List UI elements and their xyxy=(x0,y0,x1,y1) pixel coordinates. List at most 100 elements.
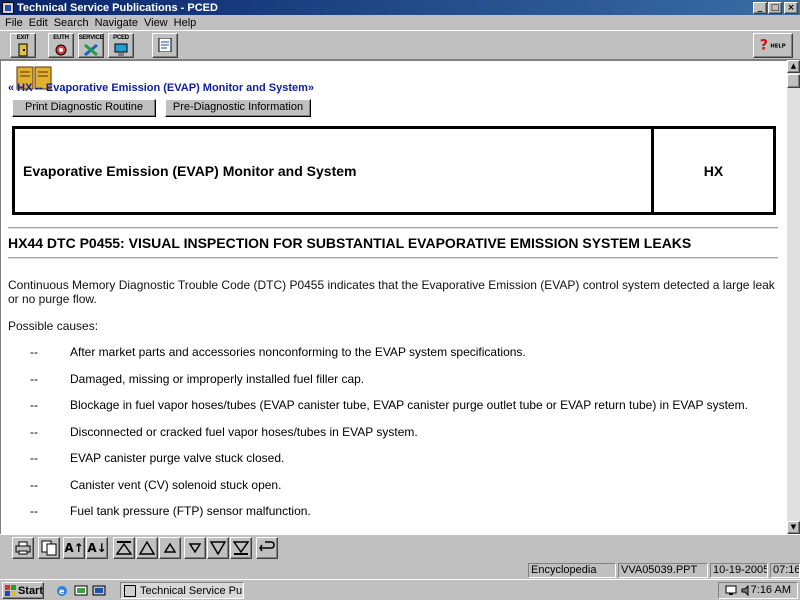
navigation-toolbar: A↑ A↓ xyxy=(0,534,800,560)
page-heading: HX44 DTC P0455: VISUAL INSPECTION FOR SU… xyxy=(8,235,692,251)
copy-button[interactable] xyxy=(38,537,60,559)
app-icon[interactable] xyxy=(2,1,14,14)
list-item-text: Disconnected or cracked fuel vapor hoses… xyxy=(70,425,418,439)
scroll-up-icon[interactable]: ▲ xyxy=(787,60,800,73)
minimize-button[interactable]: _ xyxy=(753,1,767,14)
window-controls: _ □ × xyxy=(752,1,798,14)
status-file: VVA05039.PPT xyxy=(618,563,708,578)
divider-top xyxy=(8,227,778,229)
exit-button[interactable]: EXIT xyxy=(10,33,36,58)
exit-door-icon xyxy=(18,43,28,57)
status-bar: Encyclopedia VVA05039.PPT 10-19-2005 07:… xyxy=(0,562,800,578)
task-label: Technical Service Pu... xyxy=(140,584,244,597)
list-item-text: Damaged, missing or improperly installed… xyxy=(70,372,365,386)
svg-text:?: ? xyxy=(760,37,768,51)
help-button[interactable]: ? HELP xyxy=(753,33,793,58)
print-button[interactable] xyxy=(12,537,34,559)
pced-computer-icon xyxy=(114,43,128,56)
list-dash: -- xyxy=(30,478,38,492)
taskbar-item-technical-service[interactable]: Technical Service Pu... xyxy=(120,582,244,599)
list-dash: -- xyxy=(30,504,38,518)
pre-diagnostic-information-button[interactable]: Pre-Diagnostic Information xyxy=(165,99,311,117)
vertical-scrollbar[interactable]: ▲ ▼ xyxy=(787,60,800,534)
pced-label: PCED xyxy=(113,35,129,41)
list-item-text: EVAP canister purge valve stuck closed. xyxy=(70,451,285,465)
breadcrumb[interactable]: « HX -- Evaporative Emission (EVAP) Moni… xyxy=(8,82,314,94)
task-app-icon xyxy=(124,584,136,597)
small-triangle-up-icon xyxy=(164,543,176,553)
next-section-button[interactable] xyxy=(207,537,229,559)
previous-page-button[interactable] xyxy=(159,537,181,559)
svg-text:e: e xyxy=(59,587,65,596)
system-tray: 7:16 AM xyxy=(718,582,798,599)
menu-navigate[interactable]: Navigate xyxy=(93,17,142,29)
causes-label: Possible causes: xyxy=(8,319,99,333)
next-page-button[interactable] xyxy=(184,537,206,559)
triangle-up-bar-icon xyxy=(116,541,132,555)
font-increase-button[interactable]: A↑ xyxy=(63,537,85,559)
windows-logo-icon xyxy=(5,585,16,596)
quick-launch-app-icon[interactable] xyxy=(92,584,106,597)
last-page-button[interactable] xyxy=(230,537,252,559)
triangle-down-bar-icon xyxy=(233,541,249,555)
list-item-text: Blockage in fuel vapor hoses/tubes (EVAP… xyxy=(70,398,748,412)
status-date: 10-19-2005 xyxy=(710,563,768,578)
status-time: 07:16 xyxy=(770,563,800,578)
help-question-icon: ? HELP xyxy=(760,37,786,51)
first-page-button[interactable] xyxy=(113,537,135,559)
status-section: Encyclopedia xyxy=(528,563,616,578)
menu-search[interactable]: Search xyxy=(52,17,93,29)
document-button[interactable] xyxy=(152,33,178,58)
euth-button[interactable]: EUTH xyxy=(48,33,74,58)
euth-gear-icon xyxy=(55,44,67,56)
quick-launch-ie-icon[interactable]: e xyxy=(55,584,69,597)
menu-view[interactable]: View xyxy=(142,17,172,29)
title-bar[interactable]: Technical Service Publications - PCED _ … xyxy=(0,0,800,15)
print-diagnostic-routine-button[interactable]: Print Diagnostic Routine xyxy=(12,99,156,117)
pced-button[interactable]: PCED xyxy=(108,33,134,58)
list-dash: -- xyxy=(30,372,38,386)
triangle-up-icon xyxy=(139,541,155,555)
list-dash: -- xyxy=(30,451,38,465)
close-button[interactable]: × xyxy=(784,1,798,14)
restore-button[interactable]: □ xyxy=(768,1,782,14)
divider-bottom xyxy=(8,257,778,259)
tray-network-icon[interactable] xyxy=(725,585,737,596)
scroll-thumb[interactable] xyxy=(787,74,800,88)
quick-launch-desktop-icon[interactable] xyxy=(74,584,88,597)
menu-file[interactable]: File xyxy=(3,17,27,29)
list-dash: -- xyxy=(30,425,38,439)
taskbar: Start e Technical Service Pu... 7:16 AM xyxy=(0,579,800,600)
list-dash: -- xyxy=(30,398,38,412)
menu-help[interactable]: Help xyxy=(172,17,201,29)
section-code: HX xyxy=(703,162,724,179)
main-toolbar: EXIT EUTH SERVICE PCED ? HELP xyxy=(0,30,800,60)
intro-paragraph: Continuous Memory Diagnostic Trouble Cod… xyxy=(8,278,775,306)
list-item-text: After market parts and accessories nonco… xyxy=(70,345,526,359)
scroll-down-icon[interactable]: ▼ xyxy=(787,521,800,534)
exit-label: EXIT xyxy=(16,35,30,41)
back-arrow-icon xyxy=(259,541,275,552)
window-title: Technical Service Publications - PCED xyxy=(17,1,218,14)
triangle-down-icon xyxy=(210,541,226,555)
start-button[interactable]: Start xyxy=(2,582,44,599)
list-item-text: Canister vent (CV) solenoid stuck open. xyxy=(70,478,282,492)
service-wrench-icon xyxy=(84,43,98,57)
menu-bar: File Edit Search Navigate View Help xyxy=(0,15,800,30)
copy-icon xyxy=(41,540,57,556)
title-table: Evaporative Emission (EVAP) Monitor and … xyxy=(12,126,776,215)
back-button[interactable] xyxy=(256,537,278,559)
list-dash: -- xyxy=(30,345,38,359)
section-title: Evaporative Emission (EVAP) Monitor and … xyxy=(23,162,357,179)
list-item-text: Fuel tank pressure (FTP) sensor malfunct… xyxy=(70,504,311,518)
service-button[interactable]: SERVICE xyxy=(78,33,104,58)
previous-section-button[interactable] xyxy=(136,537,158,559)
svg-text:HELP: HELP xyxy=(770,44,785,50)
menu-edit[interactable]: Edit xyxy=(27,17,52,29)
font-decrease-button[interactable]: A↓ xyxy=(86,537,108,559)
printer-icon xyxy=(15,541,31,555)
taskbar-clock[interactable]: 7:16 AM xyxy=(751,584,791,596)
service-label: SERVICE xyxy=(78,35,104,41)
euth-label: EUTH xyxy=(53,35,69,41)
small-triangle-down-icon xyxy=(189,543,201,553)
